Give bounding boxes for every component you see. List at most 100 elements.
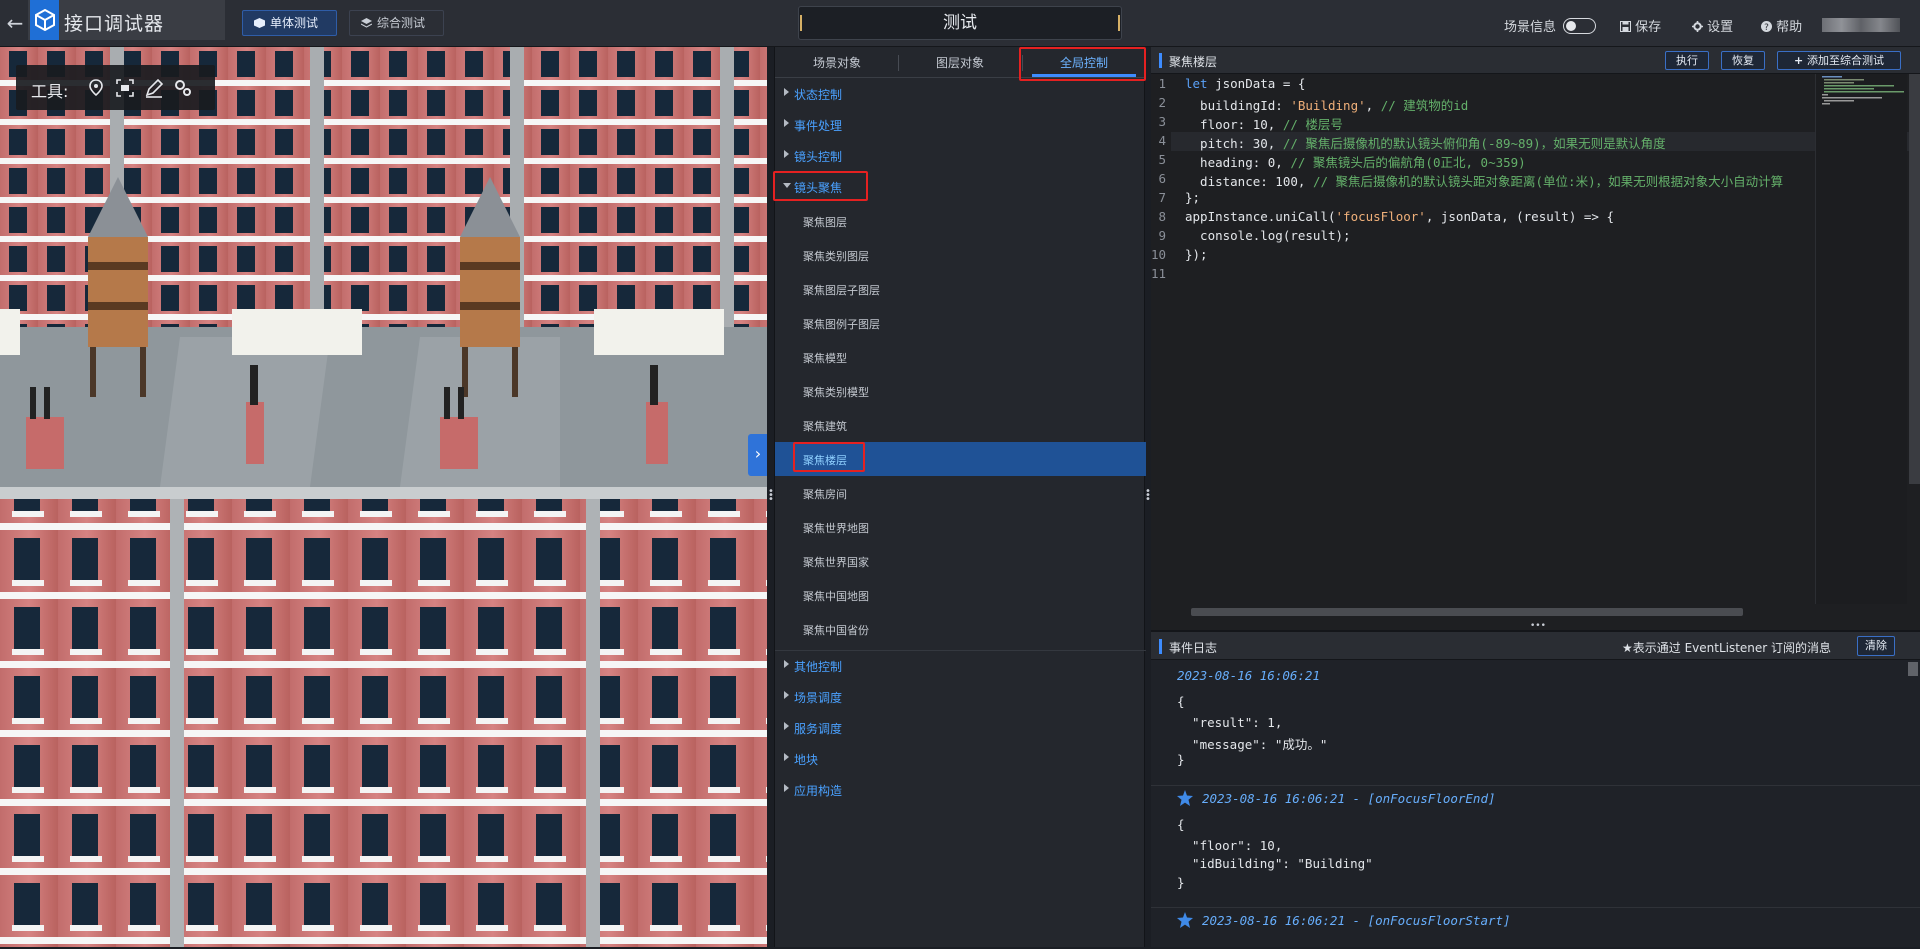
- scene-viewport[interactable]: 工具: ›: [0, 47, 767, 947]
- code-line: console.log(result);: [1185, 228, 1351, 243]
- tree-item[interactable]: 聚焦类别图层: [775, 238, 1146, 272]
- caret-right-icon: [784, 691, 789, 699]
- log-scrollbar[interactable]: [1908, 662, 1918, 676]
- tab-integrated-test[interactable]: 综合测试: [349, 10, 444, 36]
- splitter-handle-bottom[interactable]: •••: [1530, 622, 1546, 631]
- run-button[interactable]: 执行: [1665, 51, 1709, 70]
- line-number: 6: [1158, 171, 1166, 186]
- focus-frame-icon[interactable]: [115, 78, 135, 98]
- gears-icon[interactable]: [173, 78, 193, 98]
- tab-global-control[interactable]: 全局控制: [1060, 54, 1108, 71]
- tab-layer-objects[interactable]: 图层对象: [936, 54, 984, 71]
- tree-item[interactable]: 聚焦模型: [775, 340, 1146, 374]
- tree-group-label: 镜头聚焦: [794, 181, 843, 195]
- tree-group[interactable]: 地块: [775, 743, 1146, 774]
- line-number: 7: [1158, 190, 1166, 205]
- tree-item-label: 聚焦房间: [803, 488, 847, 501]
- tree-group-label: 其他控制: [794, 660, 843, 674]
- code-token-text: };: [1185, 190, 1201, 205]
- avatar[interactable]: [1822, 18, 1900, 32]
- tree-group[interactable]: 事件处理: [775, 109, 1146, 140]
- tree-group[interactable]: 其他控制: [775, 650, 1146, 681]
- line-number: 1: [1158, 76, 1166, 91]
- tab-divider: [898, 55, 899, 71]
- line-number: 8: [1158, 209, 1166, 224]
- tree-item[interactable]: 聚焦图层子图层: [775, 272, 1146, 306]
- log-line: }: [1177, 752, 1185, 767]
- help-icon: ?: [1761, 21, 1772, 33]
- code-token-text: floor: 10,: [1185, 117, 1283, 132]
- tree-group[interactable]: 镜头控制: [775, 140, 1146, 171]
- tree-group[interactable]: 场景调度: [775, 681, 1146, 712]
- code-line: });: [1185, 247, 1208, 262]
- tree-item[interactable]: 聚焦图例子图层: [775, 306, 1146, 340]
- tree-item[interactable]: 聚焦中国省份: [775, 612, 1146, 646]
- editor-minimap[interactable]: [1815, 74, 1907, 604]
- tree-group-label: 镜头控制: [794, 150, 843, 164]
- reset-button[interactable]: 恢复: [1721, 51, 1765, 70]
- panel-collapse-toggle[interactable]: ›: [748, 434, 767, 476]
- pen-icon[interactable]: [144, 78, 164, 98]
- tree-group[interactable]: 镜头聚焦: [775, 171, 1146, 202]
- line-number: 10: [1151, 247, 1167, 262]
- code-line: appInstance.uniCall('focusFloor', jsonDa…: [1185, 209, 1614, 224]
- tree-item[interactable]: 聚焦中国地图: [775, 578, 1146, 612]
- clear-log-button[interactable]: 清除: [1857, 636, 1895, 656]
- tree-item-label: 聚焦类别图层: [803, 250, 869, 263]
- event-log-title: 事件日志: [1169, 641, 1218, 655]
- back-arrow-icon[interactable]: ←: [4, 10, 26, 36]
- tab-single-test[interactable]: 单体测试: [242, 10, 337, 36]
- save-button[interactable]: 保存: [1620, 16, 1661, 35]
- location-pin-icon[interactable]: [86, 78, 106, 98]
- settings-label: 设置: [1707, 20, 1734, 35]
- star-icon: [1177, 789, 1193, 806]
- tree-item[interactable]: 聚焦房间: [775, 476, 1146, 510]
- tree-group-label: 事件处理: [794, 119, 843, 133]
- tab-integrated-test-label: 综合测试: [377, 16, 426, 30]
- code-token-text: buildingId:: [1185, 98, 1291, 113]
- editor-vertical-scrollbar[interactable]: [1909, 74, 1920, 484]
- tree-item[interactable]: 聚焦建筑: [775, 408, 1146, 442]
- tree-item[interactable]: 聚焦类别模型: [775, 374, 1146, 408]
- caret-right-icon: [784, 88, 789, 96]
- caret-right-icon: [784, 150, 789, 158]
- code-editor[interactable]: 1 let jsonData = {2 buildingId: 'Building…: [1151, 74, 1920, 630]
- settings-button[interactable]: 设置: [1692, 16, 1733, 35]
- log-line: {: [1177, 816, 1185, 832]
- caret-down-icon: [783, 183, 791, 188]
- tree-item[interactable]: 聚焦世界地图: [775, 510, 1146, 544]
- save-label: 保存: [1635, 20, 1662, 35]
- caret-right-icon: [784, 660, 789, 668]
- cube-icon: [254, 18, 265, 28]
- line-number: 3: [1158, 114, 1166, 129]
- event-log-body[interactable]: 2023-08-16 16:06:21 { "result": 1, "messa…: [1151, 660, 1920, 949]
- tree-group[interactable]: 应用构造: [775, 774, 1146, 805]
- help-button[interactable]: ? 帮助: [1761, 16, 1802, 35]
- tab-scene-objects[interactable]: 场景对象: [813, 54, 861, 71]
- caret-right-icon: [784, 753, 789, 761]
- code-token-text: appInstance.uniCall(: [1185, 209, 1336, 224]
- log-line: {: [1177, 694, 1185, 709]
- tree-item-label: 聚焦模型: [803, 352, 847, 365]
- tree-item[interactable]: 聚焦图层: [775, 204, 1146, 238]
- tab-divider: [1022, 55, 1023, 71]
- scene-info-toggle[interactable]: [1563, 18, 1596, 34]
- code-line: let jsonData = {: [1185, 76, 1305, 91]
- line-number: 9: [1158, 228, 1166, 243]
- tree-item-label: 聚焦中国省份: [803, 624, 869, 637]
- tree-group-label: 地块: [794, 753, 819, 767]
- header-accent-bar: [1159, 639, 1162, 654]
- add-to-integrated-test-button[interactable]: + 添加至综合测试: [1777, 51, 1901, 70]
- editor-horizontal-scrollbar[interactable]: [1191, 608, 1743, 616]
- tree-group[interactable]: 状态控制: [775, 78, 1146, 109]
- code-token-cmt: // 聚焦后摄像机的默认镜头距对象距离(单位:米)，如果无则根据对象大小自动计算: [1312, 174, 1784, 189]
- code-line: };: [1185, 190, 1200, 205]
- tree-group[interactable]: 服务调度: [775, 712, 1146, 743]
- tree-item[interactable]: 聚焦楼层: [775, 442, 1146, 476]
- caret-right-icon: [784, 119, 789, 127]
- page-title: 测试: [798, 6, 1122, 40]
- line-number: 5: [1158, 152, 1166, 167]
- code-panel: 聚焦楼层 执行 恢复 + 添加至综合测试 1 let jsonData = {2 …: [1151, 47, 1920, 630]
- code-token-str: 'focusFloor': [1335, 209, 1426, 224]
- tree-item[interactable]: 聚焦世界国家: [775, 544, 1146, 578]
